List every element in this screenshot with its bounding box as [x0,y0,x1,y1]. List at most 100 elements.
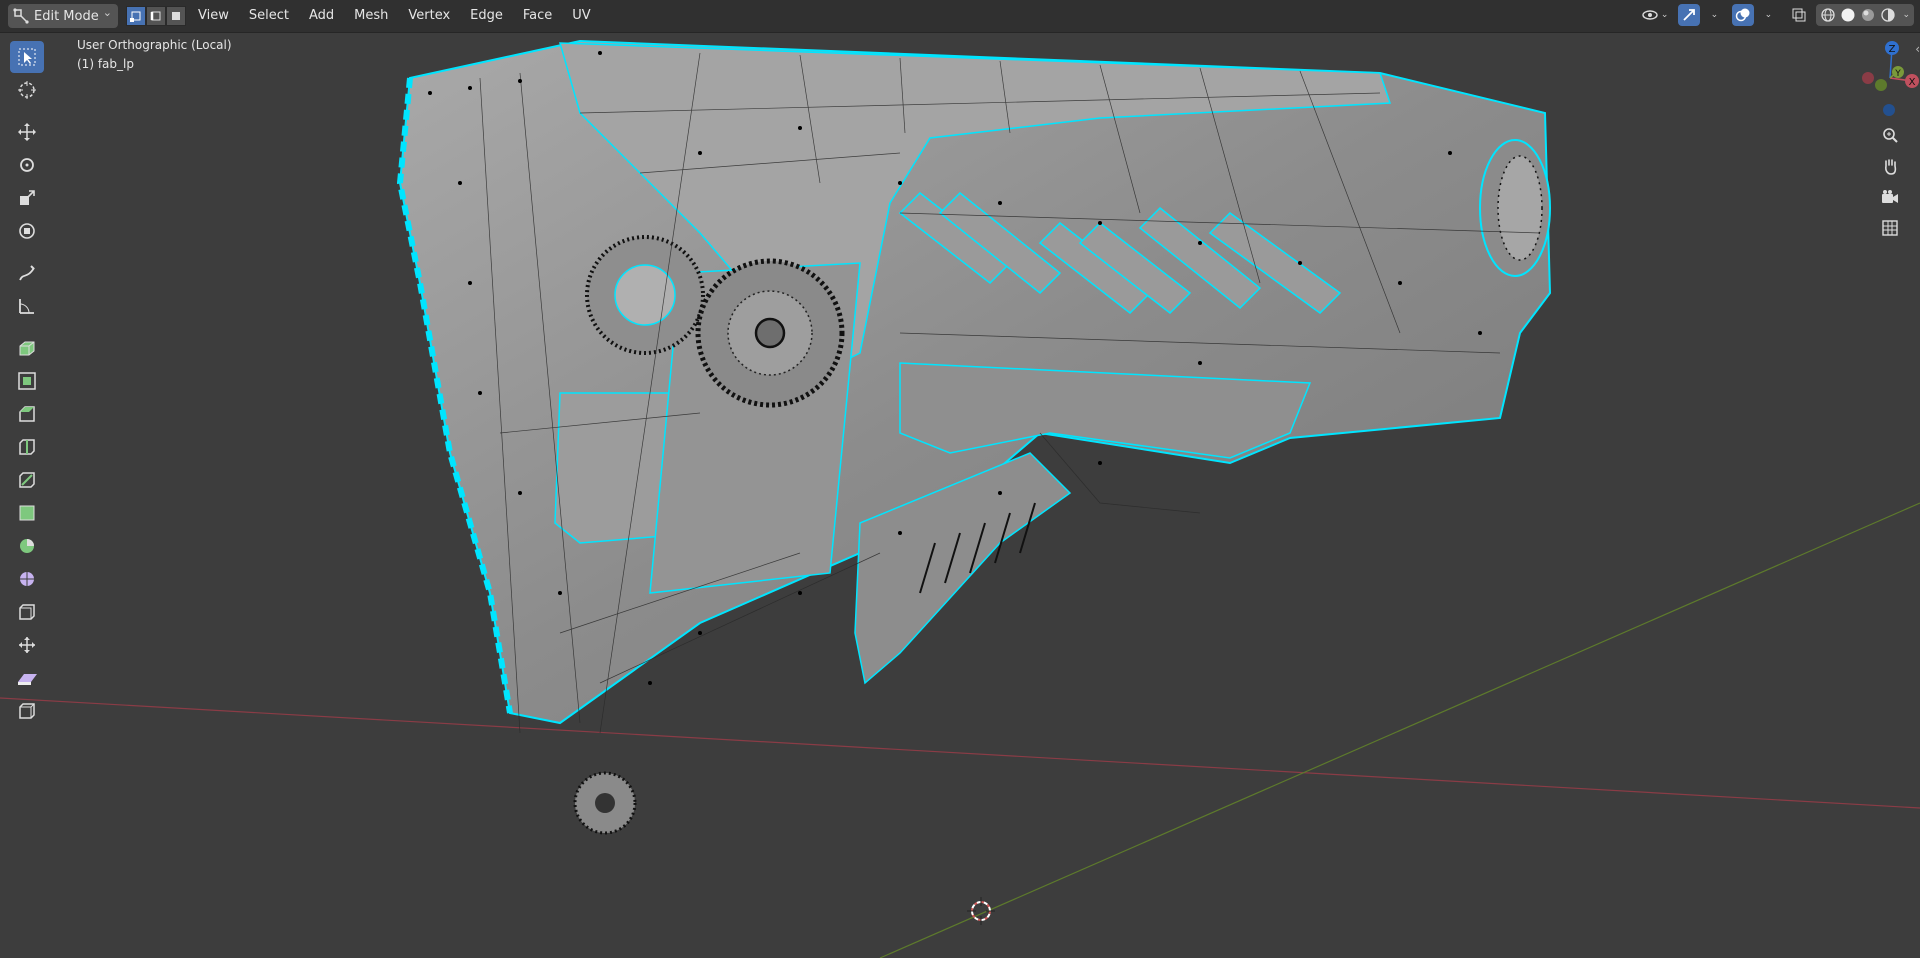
spin-icon [20,539,34,553]
gizmo-dropdown[interactable]: ⌄ [1702,4,1724,26]
material-shading-icon[interactable] [1860,7,1876,23]
poly-build-icon [19,505,35,521]
xray-icon [1792,8,1806,22]
xray-toggle-button[interactable] [1788,4,1810,26]
pan-button[interactable] [1876,152,1904,180]
select-mode-group [126,6,186,26]
move-tool[interactable] [10,116,44,148]
svg-text:Z: Z [1889,44,1896,55]
rip-icon [19,703,35,719]
rip-tool[interactable] [10,695,44,727]
hand-icon [1885,159,1897,175]
bevel-tool[interactable] [10,398,44,430]
select-box-icon [18,48,36,66]
knife-icon [19,472,35,488]
gizmo-toggle-button[interactable] [1678,4,1701,26]
y-axis-line [879,502,1920,958]
gizmo-icon [1683,9,1696,21]
x-axis-line [0,697,1920,809]
object-label-text: (1) fab_lp [77,57,134,71]
wireframe-shading-icon[interactable] [1820,7,1836,23]
zoom-button[interactable] [1876,121,1904,149]
smooth-tool[interactable] [10,563,44,595]
menu-vertex[interactable]: Vertex [398,4,460,28]
zoom-icon [1883,128,1898,143]
neg-y-axis-handle[interactable] [1875,79,1887,91]
knife-tool[interactable] [10,464,44,496]
svg-text:Y: Y [1894,69,1901,79]
solid-shading-icon[interactable] [1840,7,1856,23]
annotate-icon [19,265,35,281]
rotate-tool[interactable] [10,149,44,181]
menu-view[interactable]: View [188,4,239,28]
rendered-shading-icon[interactable] [1880,7,1896,23]
3d-cursor-icon[interactable] [967,897,995,925]
annotate-tool[interactable] [10,257,44,289]
menu-mesh[interactable]: Mesh [344,4,398,28]
measure-tool[interactable] [10,290,44,322]
mode-dropdown[interactable]: Edit Mode ⌄ [8,4,118,28]
eye-icon [1642,10,1658,20]
rotate-icon [20,158,34,172]
header-right-controls: ⌄ ⌄ ⌄ ⌄ [1641,4,1914,26]
navigation-gizmo[interactable]: Z Y X [1860,36,1920,126]
visibility-button[interactable]: ⌄ [1641,4,1668,26]
edit-mode-icon [13,8,29,24]
edge-slide-tool[interactable] [10,596,44,628]
loop-cut-tool[interactable] [10,431,44,463]
menu-edge[interactable]: Edge [460,4,513,28]
shrink-fatten-icon [19,637,35,653]
shading-dropdown[interactable]: ⌄ [1902,10,1910,20]
neg-z-axis-handle[interactable] [1883,104,1895,116]
face-select-button[interactable] [166,6,186,26]
view-navigation-tools [1876,118,1912,245]
scale-tool[interactable] [10,182,44,214]
chevron-down-icon: ⌄ [102,6,112,19]
move-icon [18,123,36,141]
poly-build-tool[interactable] [10,497,44,529]
smooth-icon [20,572,34,586]
3d-viewport[interactable]: User Orthographic (Local) (1) fab_lp [0,33,1920,958]
vertex-select-button[interactable] [126,6,146,26]
loop-cut-icon [19,439,35,455]
round-knob [585,235,705,355]
neg-x-axis-handle[interactable] [1862,72,1874,84]
grid-icon [1882,220,1898,236]
edge-slide-icon [19,604,35,620]
select-box-tool[interactable] [10,41,44,73]
bevel-icon [19,406,35,422]
overlays-toggle-button[interactable] [1732,4,1755,26]
inset-tool[interactable] [10,365,44,397]
ortho-toggle-button[interactable] [1876,214,1904,242]
header-menus: View Select Add Mesh Vertex Edge Face UV [188,0,601,32]
view-name-text: User Orthographic (Local) [77,38,232,52]
shrink-fatten-tool[interactable] [10,629,44,661]
mesh-object[interactable] [396,39,1552,835]
measure-icon [19,299,34,314]
face-select-icon [172,12,180,20]
extrude-tool[interactable] [10,332,44,364]
overlays-icon [1736,8,1750,22]
inset-icon [18,372,36,390]
viewport-header: Edit Mode ⌄ View Select Add Mesh Vertex … [0,0,1920,33]
spin-tool[interactable] [10,530,44,562]
menu-select[interactable]: Select [239,4,299,28]
tool-shelf [8,40,50,728]
cursor-tool[interactable] [10,74,44,106]
overlays-dropdown[interactable]: ⌄ [1756,4,1778,26]
gear-knob [695,258,845,408]
sidebar-toggle-icon[interactable]: ‹ [1915,42,1920,56]
transform-icon [19,223,35,239]
vertex-select-icon [130,11,141,22]
shading-modes: ⌄ [1816,4,1914,26]
viewport-scene [0,39,1920,958]
menu-uv[interactable]: UV [562,4,600,28]
edge-select-button[interactable] [146,6,166,26]
camera-view-button[interactable] [1876,183,1904,211]
shear-tool[interactable] [10,662,44,694]
camera-icon [1882,190,1898,203]
menu-add[interactable]: Add [299,4,344,28]
transform-tool[interactable] [10,215,44,247]
menu-face[interactable]: Face [513,4,562,28]
edge-select-icon [150,11,161,21]
